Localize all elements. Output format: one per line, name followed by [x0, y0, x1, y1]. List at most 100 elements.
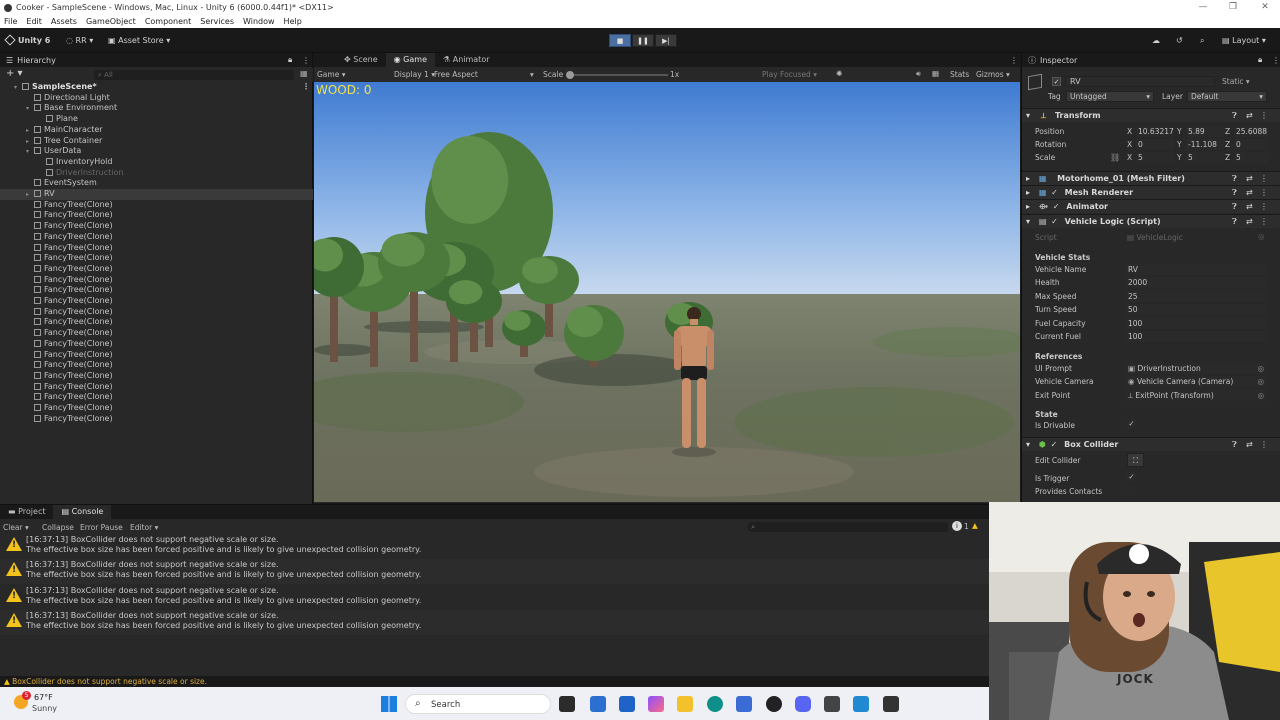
edge-browser-icon[interactable] — [707, 696, 723, 712]
menu-edit[interactable]: Edit — [26, 17, 42, 26]
rotation-y-field[interactable]: -11.108 — [1186, 139, 1224, 150]
unity-hub-icon[interactable] — [824, 696, 840, 712]
hierarchy-item[interactable]: FancyTree(Clone) — [0, 221, 313, 232]
axis-x-label[interactable]: X — [1127, 127, 1132, 136]
hierarchy-item[interactable]: FancyTree(Clone) — [0, 371, 313, 382]
preset-icon[interactable]: ⇄ — [1246, 438, 1253, 452]
menu-gameobject[interactable]: GameObject — [86, 17, 136, 26]
console-log-entry[interactable]: [16:37:13] BoxCollider does not support … — [0, 609, 989, 635]
hierarchy-item[interactable]: Plane — [0, 114, 313, 125]
enabled-checkbox[interactable]: ✓ — [1051, 440, 1058, 449]
play-button[interactable]: ■ — [609, 34, 631, 47]
services-cloud-icon[interactable]: ☁ — [1152, 34, 1160, 47]
script-field[interactable]: ▤ VehicleLogic — [1127, 233, 1183, 242]
info-count-icon[interactable]: i — [952, 521, 962, 531]
hierarchy-item[interactable]: FancyTree(Clone) — [0, 339, 313, 350]
vehicle-logic-header[interactable]: ▾ ▤ ✓ Vehicle Logic (Script) ❓︎ ⇄ ⋮ — [1022, 214, 1280, 228]
game-mode-dropdown[interactable]: Game ▾ — [317, 70, 345, 79]
add-object-button[interactable]: + ▾ — [6, 68, 23, 79]
position-y-field[interactable]: 5.89 — [1186, 126, 1224, 137]
menu-assets[interactable]: Assets — [51, 17, 77, 26]
reference-field[interactable]: ◉ Vehicle Camera (Camera) ◎ — [1125, 376, 1267, 388]
axis-z-label[interactable]: Z — [1225, 153, 1230, 162]
history-icon[interactable]: ↺ — [1176, 34, 1183, 47]
axis-x-label[interactable]: X — [1127, 140, 1132, 149]
clear-button[interactable]: Clear ▾ — [3, 523, 29, 532]
box-collider-header[interactable]: ▾ ⬢ ✓ Box Collider ❓︎ ⇄ ⋮ — [1022, 437, 1280, 451]
animator-header[interactable]: ▸ ⟴ ✓ Animator ❓︎ ⇄ ⋮ — [1022, 199, 1280, 213]
stat-value-field[interactable]: 100 — [1125, 317, 1267, 329]
enabled-checkbox[interactable]: ✓ — [1051, 217, 1058, 226]
search-icon[interactable]: ⌕ — [1200, 34, 1204, 47]
is-trigger-checkbox[interactable]: ✓ — [1127, 472, 1136, 481]
axis-x-label[interactable]: X — [1127, 153, 1132, 162]
position-x-field[interactable]: 10.63217 — [1136, 126, 1174, 137]
scale-z-field[interactable]: 5 — [1234, 152, 1268, 163]
static-toggle[interactable]: Static ▾ — [1222, 77, 1250, 86]
game-viewport[interactable]: WOOD: 0 — [314, 82, 1020, 502]
console-search[interactable]: ⌕ — [748, 522, 948, 532]
is-drivable-checkbox[interactable]: ✓ — [1127, 419, 1136, 428]
discord-app-icon[interactable] — [795, 696, 811, 712]
filter-icon[interactable]: ▦ — [300, 69, 308, 78]
kebab-menu-icon[interactable]: ⋮ — [1272, 56, 1280, 65]
aspect-dropdown[interactable]: Free Aspect — [434, 70, 478, 79]
rotation-z-field[interactable]: 0 — [1234, 139, 1268, 150]
hierarchy-item[interactable]: FancyTree(Clone) — [0, 232, 313, 243]
edit-collider-button[interactable]: ⛶ — [1127, 453, 1144, 467]
hierarchy-item[interactable]: FancyTree(Clone) — [0, 243, 313, 254]
tab-animator[interactable]: ⚗ Animator — [435, 53, 498, 67]
component-menu-icon[interactable]: ⋮ — [1260, 186, 1268, 200]
enabled-checkbox[interactable]: ✓ — [1051, 188, 1058, 197]
step-button[interactable]: ▶| — [655, 34, 677, 47]
unity-editor-icon[interactable] — [883, 696, 899, 712]
hierarchy-item[interactable]: FancyTree(Clone) — [0, 200, 313, 211]
file-explorer-icon[interactable] — [677, 696, 693, 712]
mesh-filter-header[interactable]: ▸ ▦ Motorhome_01 (Mesh Filter) ❓︎ ⇄ ⋮ — [1022, 171, 1280, 185]
pause-button[interactable]: ❚❚ — [632, 34, 654, 47]
hierarchy-item[interactable]: DriverInstruction — [0, 168, 313, 179]
menu-file[interactable]: File — [4, 17, 17, 26]
error-pause-button[interactable]: Error Pause — [80, 523, 123, 532]
component-menu-icon[interactable]: ⋮ — [1260, 200, 1268, 214]
hierarchy-item[interactable]: FancyTree(Clone) — [0, 403, 313, 414]
unity-home-button[interactable]: Unity 6 — [4, 34, 50, 47]
sun-icon[interactable]: ✺ — [836, 69, 842, 78]
hierarchy-item[interactable]: InventoryHold — [0, 157, 313, 168]
copilot-app-icon[interactable] — [648, 696, 664, 712]
hierarchy-item[interactable]: FancyTree(Clone) — [0, 296, 313, 307]
preset-icon[interactable]: ⇄ — [1246, 200, 1253, 214]
position-z-field[interactable]: 25.6088 — [1234, 126, 1268, 137]
store-app-icon[interactable] — [619, 696, 635, 712]
hierarchy-item[interactable]: FancyTree(Clone) — [0, 360, 313, 371]
hierarchy-item[interactable]: ▾ UserData — [0, 146, 313, 157]
account-dropdown[interactable]: ◌ RR ▾ — [66, 34, 93, 47]
display-dropdown[interactable]: Display 1 ▾ — [394, 70, 435, 79]
component-menu-icon[interactable]: ⋮ — [1260, 215, 1268, 229]
help-icon[interactable]: ❓︎ — [1232, 109, 1237, 123]
recorder-app-icon[interactable] — [766, 696, 782, 712]
axis-y-label[interactable]: Y — [1177, 140, 1182, 149]
kebab-menu-icon[interactable]: ⋮ — [1010, 56, 1018, 65]
aspect-chevron-icon[interactable]: ▾ — [530, 70, 534, 79]
axis-y-label[interactable]: Y — [1177, 127, 1182, 136]
gizmos-dropdown[interactable]: Gizmos ▾ — [976, 70, 1010, 79]
preset-icon[interactable]: ⇄ — [1246, 186, 1253, 200]
scale-slider-handle[interactable] — [566, 71, 574, 79]
console-log-entry[interactable]: [16:37:13] BoxCollider does not support … — [0, 534, 989, 559]
component-menu-icon[interactable]: ⋮ — [1260, 109, 1268, 123]
hierarchy-item[interactable]: ▾ Base Environment — [0, 103, 313, 114]
axis-z-label[interactable]: Z — [1225, 140, 1230, 149]
help-icon[interactable]: ❓︎ — [1232, 200, 1237, 214]
scale-slider[interactable] — [566, 71, 668, 79]
stats-button[interactable]: Stats — [950, 70, 969, 79]
hierarchy-item[interactable]: Directional Light — [0, 93, 313, 104]
hierarchy-item[interactable]: FancyTree(Clone) — [0, 392, 313, 403]
lock-icon[interactable]: 🔒︎ — [1258, 55, 1262, 65]
menu-window[interactable]: Window — [243, 17, 275, 26]
hierarchy-item[interactable]: FancyTree(Clone) — [0, 253, 313, 264]
play-focused-dropdown[interactable]: Play Focused ▾ — [762, 70, 817, 79]
weather-widget[interactable]: 5 67°F Sunny — [12, 691, 72, 717]
object-picker-icon[interactable]: ◎ — [1257, 390, 1264, 401]
warning-count-icon[interactable]: ▲ — [972, 521, 978, 530]
